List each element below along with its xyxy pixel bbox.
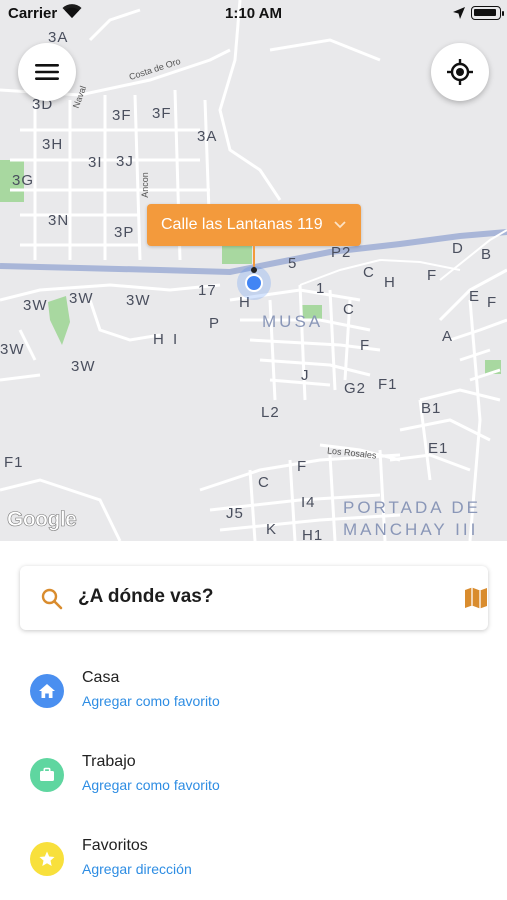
block-label: 3W — [126, 292, 151, 309]
district-label-musa: MUSA — [262, 312, 324, 331]
block-label: 3J — [116, 153, 134, 170]
shortcut-subtitle[interactable]: Agregar como favorito — [82, 693, 220, 709]
block-label: D — [452, 240, 464, 257]
my-location-button[interactable] — [431, 43, 489, 101]
block-label: 17 — [198, 282, 217, 299]
block-label: 3W — [69, 290, 94, 307]
shortcut-title: Trabajo — [82, 753, 136, 770]
block-label: 3N — [48, 212, 70, 229]
map-icon[interactable] — [464, 586, 488, 610]
google-logo: Google — [7, 508, 77, 532]
pickup-address-label: Calle las Lantanas 119 — [161, 216, 323, 233]
block-label: 3W — [71, 358, 96, 375]
search-icon — [41, 588, 63, 610]
block-label: A — [442, 328, 454, 345]
block-label: B1 — [421, 400, 442, 417]
block-label: 3W — [0, 341, 25, 358]
block-label: P — [209, 315, 221, 332]
block-label: 1 — [316, 280, 326, 297]
pickup-address-tooltip[interactable]: Calle las Lantanas 119 — [147, 204, 361, 246]
block-label: 5 — [288, 255, 298, 272]
block-label: F1 — [378, 376, 398, 393]
pin-point — [251, 267, 257, 273]
block-label: 3A — [197, 128, 218, 145]
district-label-manchay: MANCHAY III — [343, 520, 479, 539]
block-label: E1 — [428, 440, 449, 457]
block-label: F — [360, 337, 371, 354]
status-bar: Carrier 1:10 AM — [0, 0, 507, 28]
block-label: H1 — [302, 527, 324, 541]
user-location-dot — [245, 274, 263, 292]
search-placeholder: ¿A dónde vas? — [78, 586, 214, 607]
block-label: F — [427, 267, 438, 284]
briefcase-icon — [30, 758, 64, 792]
block-label: F — [487, 294, 498, 311]
star-icon — [30, 842, 64, 876]
block-label: C — [343, 301, 355, 318]
block-label: K — [266, 521, 278, 538]
block-label: B — [481, 246, 493, 263]
shortcut-work[interactable]: Trabajo Agregar como favorito — [0, 744, 507, 804]
shortcut-favorites[interactable]: Favoritos Agregar dirección — [0, 828, 507, 888]
shortcut-subtitle[interactable]: Agregar dirección — [82, 861, 192, 877]
location-services-icon — [453, 7, 465, 19]
menu-button[interactable] — [18, 43, 76, 101]
block-label: 3F — [112, 107, 132, 124]
block-label: J — [301, 367, 310, 384]
status-time: 1:10 AM — [225, 5, 282, 22]
block-label: H — [384, 274, 396, 291]
block-label: 3I — [88, 154, 103, 171]
hamburger-menu-icon — [35, 64, 59, 80]
home-icon — [30, 674, 64, 708]
battery-tip — [502, 11, 504, 16]
map-view[interactable]: Costa de Oro Ancon Los Rosales Naval 3A … — [0, 0, 507, 541]
block-label: I4 — [301, 494, 316, 511]
street-label-ancon: Ancon — [139, 172, 150, 198]
shortcut-title: Favoritos — [82, 837, 148, 854]
block-label: L2 — [261, 404, 280, 421]
destination-search-bar[interactable]: ¿A dónde vas? — [20, 566, 488, 630]
district-label-portada: PORTADA DE — [343, 498, 482, 517]
battery-icon — [471, 6, 501, 20]
block-label: 3G — [12, 172, 35, 189]
block-label: 3W — [23, 297, 48, 314]
block-label: E — [469, 288, 481, 305]
block-label: C — [363, 264, 375, 281]
block-label: I — [173, 331, 179, 348]
shortcut-title: Casa — [82, 669, 120, 686]
crosshair-location-icon — [447, 59, 473, 85]
shortcut-subtitle[interactable]: Agregar como favorito — [82, 777, 220, 793]
chevron-down-icon — [334, 221, 346, 229]
block-label: G2 — [344, 380, 367, 397]
block-label: P2 — [331, 244, 352, 261]
block-label: 3H — [42, 136, 64, 153]
block-label: J5 — [226, 505, 244, 522]
block-label: F — [297, 458, 308, 475]
block-label: C — [258, 474, 270, 491]
shortcut-home[interactable]: Casa Agregar como favorito — [0, 660, 507, 720]
block-label: F1 — [4, 454, 24, 471]
block-label: 3P — [114, 224, 135, 241]
block-label: 3F — [152, 105, 172, 122]
block-label: H — [153, 331, 165, 348]
